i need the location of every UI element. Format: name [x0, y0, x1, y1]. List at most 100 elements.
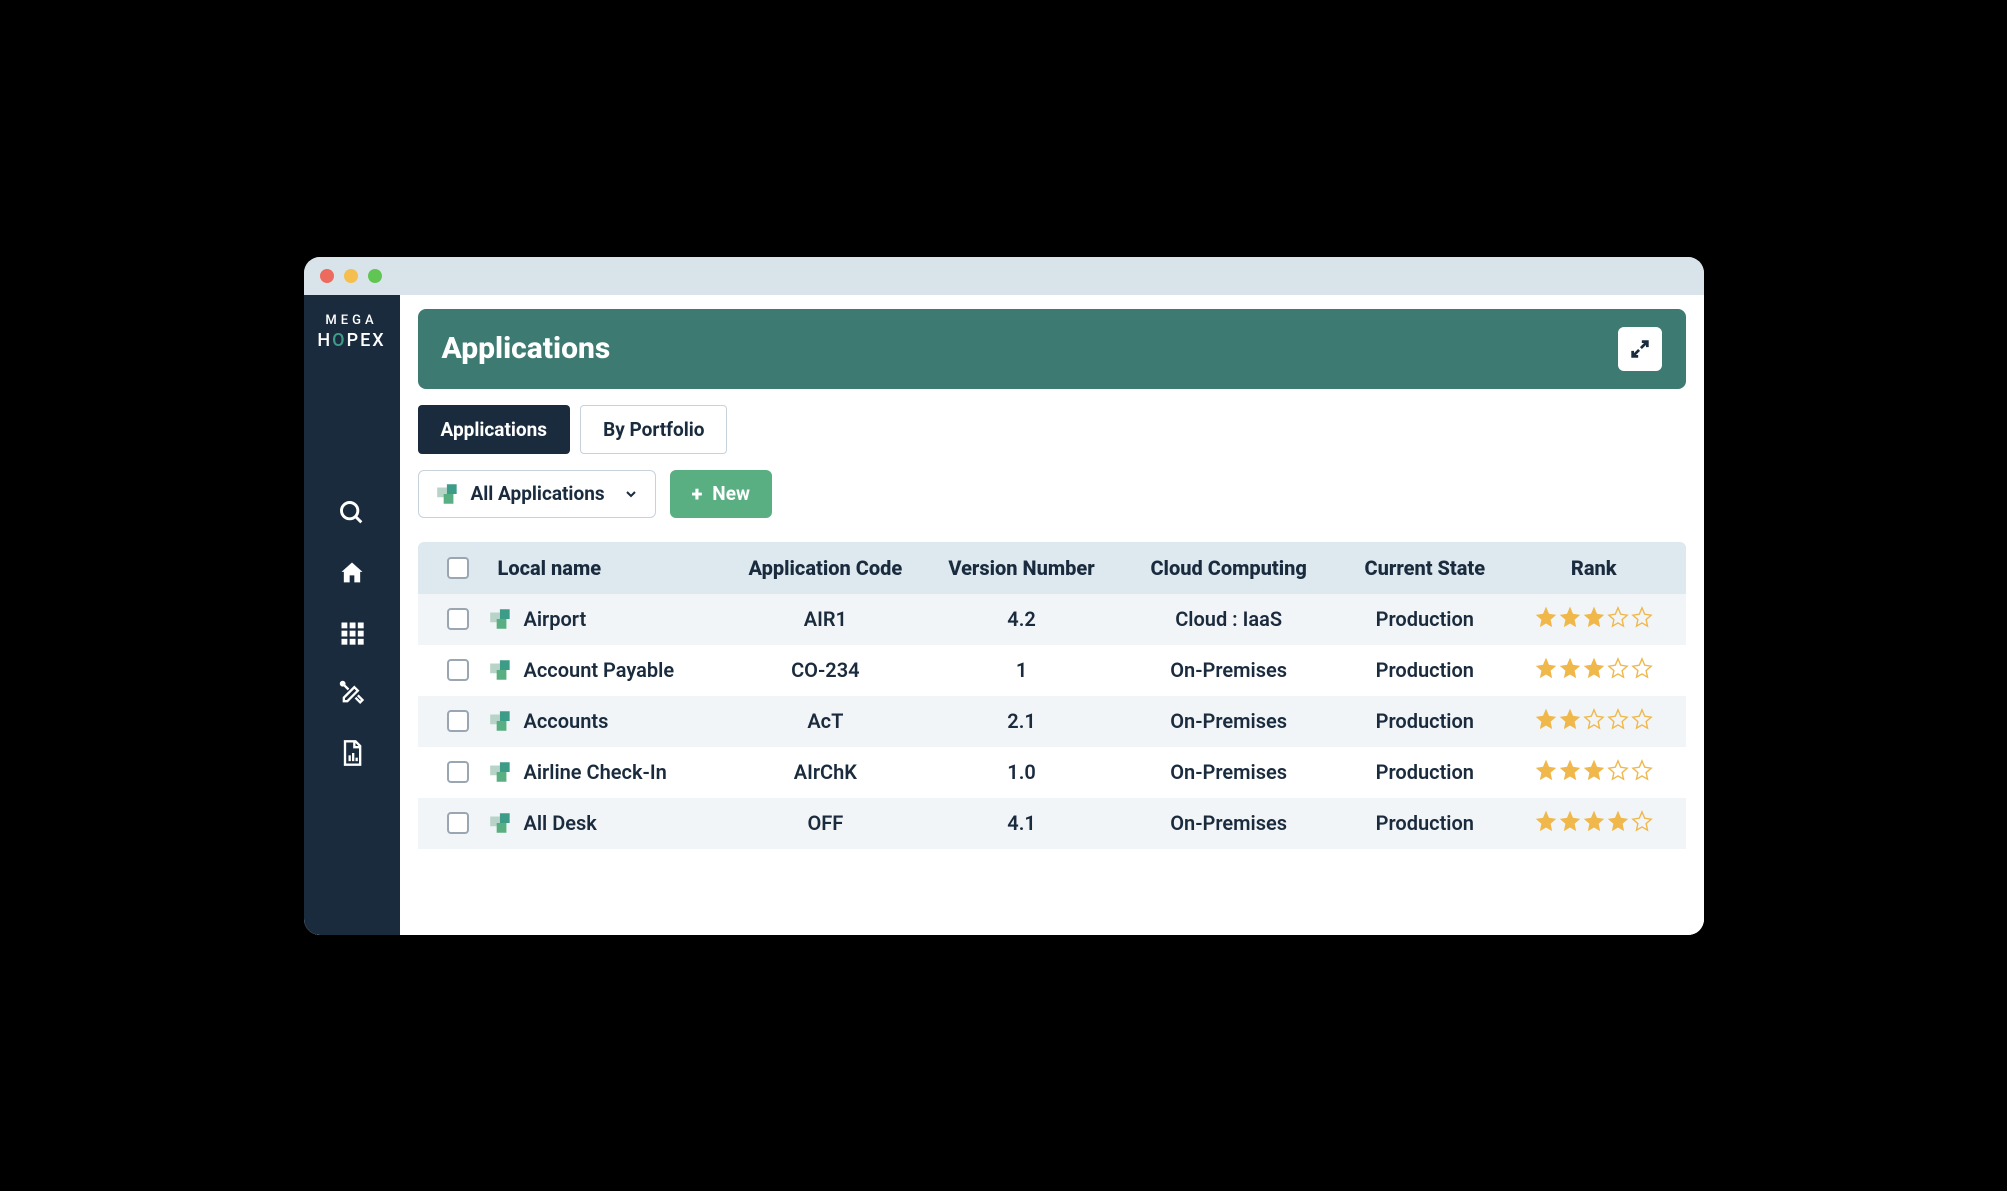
minimize-window-button[interactable] [344, 269, 358, 283]
cell-state: Production [1338, 811, 1512, 835]
star-icon [1559, 810, 1581, 837]
puzzle-icon [488, 657, 514, 683]
star-icon [1559, 708, 1581, 735]
select-all-checkbox[interactable] [447, 557, 469, 579]
close-window-button[interactable] [320, 269, 334, 283]
cell-rank [1512, 657, 1675, 684]
star-icon [1583, 606, 1605, 633]
cell-local-name: Airport [488, 606, 728, 632]
tab-applications[interactable]: Applications [418, 405, 571, 454]
new-button[interactable]: + New [670, 470, 772, 518]
star-icon [1631, 759, 1653, 786]
star-icon [1559, 606, 1581, 633]
puzzle-icon [488, 810, 514, 836]
cell-rank [1512, 606, 1675, 633]
row-checkbox[interactable] [447, 608, 469, 630]
cell-version: 4.2 [923, 607, 1119, 631]
table-row[interactable]: AirportAIR14.2Cloud : IaaSProduction [418, 594, 1686, 645]
star-icon [1607, 708, 1629, 735]
cell-state: Production [1338, 760, 1512, 784]
cell-rank [1512, 810, 1675, 837]
plus-icon: + [692, 482, 703, 506]
expand-button[interactable] [1618, 327, 1662, 371]
report-icon[interactable] [336, 737, 368, 769]
table-row[interactable]: Account PayableCO-2341On-PremisesProduct… [418, 645, 1686, 696]
new-button-label: New [712, 482, 750, 505]
window-titlebar [304, 257, 1704, 295]
table-header: Local name Application Code Version Numb… [418, 542, 1686, 594]
grid-icon[interactable] [336, 617, 368, 649]
cell-local-name: Airline Check-In [488, 759, 728, 785]
filter-label: All Applications [471, 482, 605, 505]
applications-table: Local name Application Code Version Numb… [418, 542, 1686, 849]
puzzle-icon [488, 759, 514, 785]
cell-code: AIR1 [727, 607, 923, 631]
app-window: MEGA HOPEX Applic [304, 257, 1704, 935]
cell-state: Production [1338, 709, 1512, 733]
star-icon [1607, 810, 1629, 837]
filter-dropdown[interactable]: All Applications [418, 470, 656, 518]
chevron-down-icon [623, 486, 639, 502]
col-rank[interactable]: Rank [1512, 556, 1675, 580]
cell-local-name: Account Payable [488, 657, 728, 683]
cell-cloud: On-Premises [1120, 760, 1338, 784]
star-icon [1607, 606, 1629, 633]
star-icon [1631, 606, 1653, 633]
table-row[interactable]: All DeskOFF4.1On-PremisesProduction [418, 798, 1686, 849]
cell-cloud: On-Premises [1120, 709, 1338, 733]
star-icon [1631, 657, 1653, 684]
star-icon [1583, 759, 1605, 786]
star-icon [1631, 810, 1653, 837]
cell-cloud: On-Premises [1120, 811, 1338, 835]
row-checkbox[interactable] [447, 812, 469, 834]
col-state[interactable]: Current State [1338, 556, 1512, 580]
puzzle-icon [435, 481, 461, 507]
col-app-code[interactable]: Application Code [727, 556, 923, 580]
star-icon [1535, 657, 1557, 684]
puzzle-icon [488, 708, 514, 734]
star-icon [1535, 708, 1557, 735]
table-row[interactable]: AccountsAcT2.1On-PremisesProduction [418, 696, 1686, 747]
logo-line2: HOPEX [317, 329, 385, 352]
star-icon [1535, 759, 1557, 786]
star-icon [1583, 657, 1605, 684]
main-content: Applications ApplicationsBy Portfolio Al… [400, 295, 1704, 935]
col-version[interactable]: Version Number [923, 556, 1119, 580]
cell-version: 1.0 [923, 760, 1119, 784]
maximize-window-button[interactable] [368, 269, 382, 283]
star-icon [1631, 708, 1653, 735]
tab-by-portfolio[interactable]: By Portfolio [580, 405, 727, 454]
cell-state: Production [1338, 607, 1512, 631]
cell-code: CO-234 [727, 658, 923, 682]
star-icon [1559, 657, 1581, 684]
row-checkbox[interactable] [447, 761, 469, 783]
star-icon [1535, 810, 1557, 837]
star-icon [1607, 657, 1629, 684]
tools-icon[interactable] [336, 677, 368, 709]
star-icon [1607, 759, 1629, 786]
cell-code: AIrChK [727, 760, 923, 784]
sidebar: MEGA HOPEX [304, 295, 400, 935]
app-body: MEGA HOPEX Applic [304, 295, 1704, 935]
cell-cloud: Cloud : IaaS [1120, 607, 1338, 631]
star-icon [1583, 708, 1605, 735]
row-checkbox[interactable] [447, 710, 469, 732]
cell-rank [1512, 759, 1675, 786]
cell-version: 2.1 [923, 709, 1119, 733]
home-icon[interactable] [336, 557, 368, 589]
search-icon[interactable] [336, 497, 368, 529]
star-icon [1583, 810, 1605, 837]
tabs: ApplicationsBy Portfolio [418, 405, 1686, 454]
filter-row: All Applications + New [418, 470, 1686, 518]
col-local-name[interactable]: Local name [488, 556, 728, 580]
star-icon [1535, 606, 1557, 633]
cell-local-name: Accounts [488, 708, 728, 734]
row-checkbox[interactable] [447, 659, 469, 681]
cell-state: Production [1338, 658, 1512, 682]
table-row[interactable]: Airline Check-InAIrChK1.0On-PremisesProd… [418, 747, 1686, 798]
star-icon [1559, 759, 1581, 786]
cell-version: 4.1 [923, 811, 1119, 835]
col-cloud[interactable]: Cloud Computing [1120, 556, 1338, 580]
cell-code: AcT [727, 709, 923, 733]
page-title: Applications [442, 331, 611, 366]
